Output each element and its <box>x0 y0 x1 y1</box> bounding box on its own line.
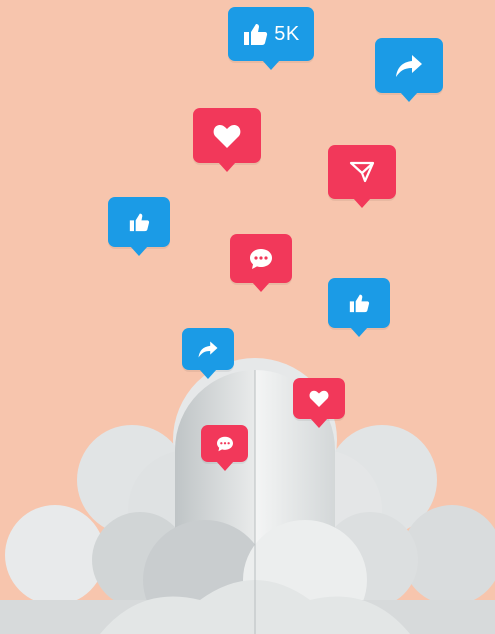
comment-icon <box>216 436 234 452</box>
thumbs-up-icon <box>128 212 150 232</box>
send-bubble <box>328 145 396 199</box>
thumbs-up-icon <box>348 293 370 313</box>
like-bubble <box>108 197 170 247</box>
comment-icon <box>249 248 273 270</box>
like-count: 5K <box>274 22 300 45</box>
comment-bubble <box>201 425 248 462</box>
heart-icon <box>213 124 241 148</box>
send-icon <box>349 160 375 184</box>
paper-cloud <box>0 358 495 634</box>
heart-bubble <box>293 378 345 419</box>
like-count-bubble: 5K <box>228 7 314 61</box>
heart-bubble <box>193 108 261 163</box>
share-bubble <box>375 38 443 93</box>
thumbs-up-icon <box>242 22 268 46</box>
share-icon <box>394 53 424 79</box>
reactions-cloud-illustration: 5K <box>0 0 495 634</box>
share-bubble <box>182 328 234 370</box>
comment-bubble <box>230 234 292 283</box>
share-icon <box>197 340 219 359</box>
like-bubble <box>328 278 390 328</box>
heart-icon <box>309 390 329 407</box>
